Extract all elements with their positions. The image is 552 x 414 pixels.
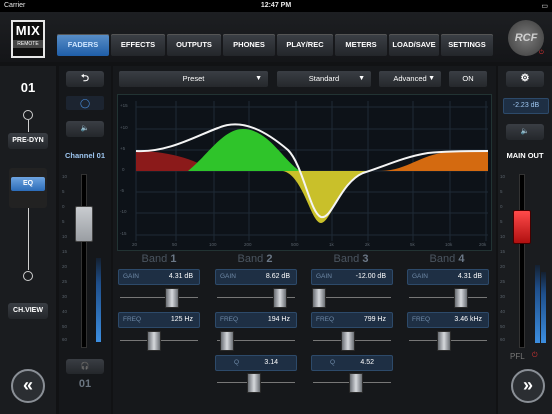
fader-scale: 10 5 0 5 10 15 20 25 30 40 50 60 bbox=[62, 174, 68, 342]
band-1-gain-track bbox=[120, 297, 198, 298]
connector-icon bbox=[23, 110, 33, 120]
band-4-gain-field[interactable]: GAIN 4.31 dB bbox=[407, 269, 489, 285]
band-3-header: Band 3 bbox=[333, 253, 369, 265]
divider bbox=[28, 208, 29, 270]
band-3-gain-slider[interactable] bbox=[312, 288, 326, 308]
band-1-gain-slider[interactable] bbox=[165, 288, 179, 308]
band-3-freq-field[interactable]: FREQ 799 Hz bbox=[311, 312, 393, 328]
main-fader-scale: 10 5 0 5 10 15 20 25 30 40 50 60 bbox=[500, 174, 506, 342]
band-3-q-slider[interactable] bbox=[349, 373, 363, 393]
headphones-button[interactable]: 🎧 bbox=[66, 359, 104, 374]
band-2-header: Band 2 bbox=[237, 253, 273, 265]
band-1-freq-field[interactable]: FREQ 125 Hz bbox=[118, 312, 200, 328]
band-3-q-field[interactable]: Q 4.52 bbox=[311, 355, 393, 371]
tab-outputs[interactable]: OUTPUTS bbox=[167, 34, 221, 56]
channel-label: Channel 01 bbox=[64, 151, 105, 160]
band-2-q-slider[interactable] bbox=[247, 373, 261, 393]
band-2-freq-slider[interactable] bbox=[220, 331, 234, 351]
pfl-indicator-icon: ⏻ bbox=[532, 352, 538, 359]
power-icon: ⏻ bbox=[539, 50, 544, 56]
undo-button[interactable]: ⮌ bbox=[66, 71, 104, 87]
channel-level-meter bbox=[96, 258, 101, 342]
band-1-freq-slider[interactable] bbox=[147, 331, 161, 351]
next-page-button[interactable]: » bbox=[511, 369, 545, 403]
mix-remote-logo: MIX REMOTE bbox=[11, 20, 45, 58]
battery-icon: ▭ bbox=[541, 3, 548, 10]
mute-button[interactable]: 🔈 bbox=[66, 121, 104, 137]
settings-gear-button[interactable]: ⚙ bbox=[506, 71, 544, 87]
eq-button[interactable]: EQ bbox=[11, 177, 45, 191]
pfl-label: PFL bbox=[510, 352, 525, 361]
channel-number: 01 bbox=[20, 80, 36, 95]
band-4-freq-field[interactable]: FREQ 3.46 kHz bbox=[407, 312, 489, 328]
main-meter-left bbox=[535, 265, 540, 343]
main-meter-right bbox=[541, 272, 546, 343]
dropdown-arrow-icon: ▼ bbox=[358, 75, 365, 82]
main-mute-button[interactable]: 🔈 bbox=[506, 124, 544, 140]
band-2-gain-slider[interactable] bbox=[273, 288, 287, 308]
previous-page-button[interactable]: « bbox=[11, 369, 45, 403]
band-4-header: Band 4 bbox=[429, 253, 465, 265]
main-fader-track bbox=[519, 174, 525, 348]
mode-dropdown[interactable]: Standard ▼ bbox=[277, 71, 371, 87]
band-4-freq-slider[interactable] bbox=[437, 331, 451, 351]
band-2-q-field[interactable]: Q 3.14 bbox=[215, 355, 297, 371]
main-fader-knob[interactable] bbox=[513, 210, 531, 244]
eq-graph[interactable]: +15 +10 +5 0 -5 -10 -15 20 50 100 200 50… bbox=[117, 94, 492, 251]
main-level-readout: -2.23 dB bbox=[503, 98, 549, 114]
band-1-header: Band 1 bbox=[141, 253, 177, 265]
tab-settings[interactable]: SETTINGS bbox=[441, 34, 493, 56]
ch-view-button[interactable]: CH.VIEW bbox=[8, 303, 48, 319]
advanced-dropdown[interactable]: Advanced ▼ bbox=[379, 71, 441, 87]
channel-fader-knob[interactable] bbox=[75, 206, 93, 242]
band-1-gain-field[interactable]: GAIN 4.31 dB bbox=[118, 269, 200, 285]
tab-load-save[interactable]: LOAD/SAVE bbox=[389, 34, 439, 56]
tab-play-rec[interactable]: PLAY/REC bbox=[277, 34, 333, 56]
dropdown-arrow-icon: ▼ bbox=[255, 75, 262, 82]
channel-number-bottom: 01 bbox=[78, 378, 92, 390]
clock: 12:47 PM bbox=[260, 2, 292, 9]
status-bar: Carrier 12:47 PM ▭ bbox=[0, 0, 552, 12]
tab-phones[interactable]: PHONES bbox=[223, 34, 275, 56]
dropdown-arrow-icon: ▼ bbox=[428, 75, 435, 82]
tab-meters[interactable]: METERS bbox=[335, 34, 387, 56]
channel-fader-track bbox=[81, 174, 87, 348]
tab-faders[interactable]: FADERS bbox=[57, 34, 109, 56]
band-2-freq-field[interactable]: FREQ 194 Hz bbox=[215, 312, 297, 328]
band-4-gain-slider[interactable] bbox=[454, 288, 468, 308]
eq-curve-svg bbox=[135, 101, 489, 241]
band-3-gain-field[interactable]: GAIN -12.00 dB bbox=[311, 269, 393, 285]
pre-dyn-button[interactable]: PRE-DYN bbox=[8, 133, 48, 149]
band-2-gain-field[interactable]: GAIN 8.62 dB bbox=[215, 269, 297, 285]
preset-dropdown[interactable]: Preset ▼ bbox=[119, 71, 268, 87]
eq-on-button[interactable]: ON bbox=[449, 71, 487, 87]
connector-icon bbox=[23, 271, 33, 281]
pan-knob-icon[interactable]: ◯ bbox=[66, 96, 104, 110]
main-out-label: MAIN OUT bbox=[506, 151, 544, 160]
divider bbox=[28, 120, 29, 132]
band-3-freq-slider[interactable] bbox=[341, 331, 355, 351]
tab-effects[interactable]: EFFECTS bbox=[111, 34, 165, 56]
band-4-gain-track bbox=[409, 297, 487, 298]
